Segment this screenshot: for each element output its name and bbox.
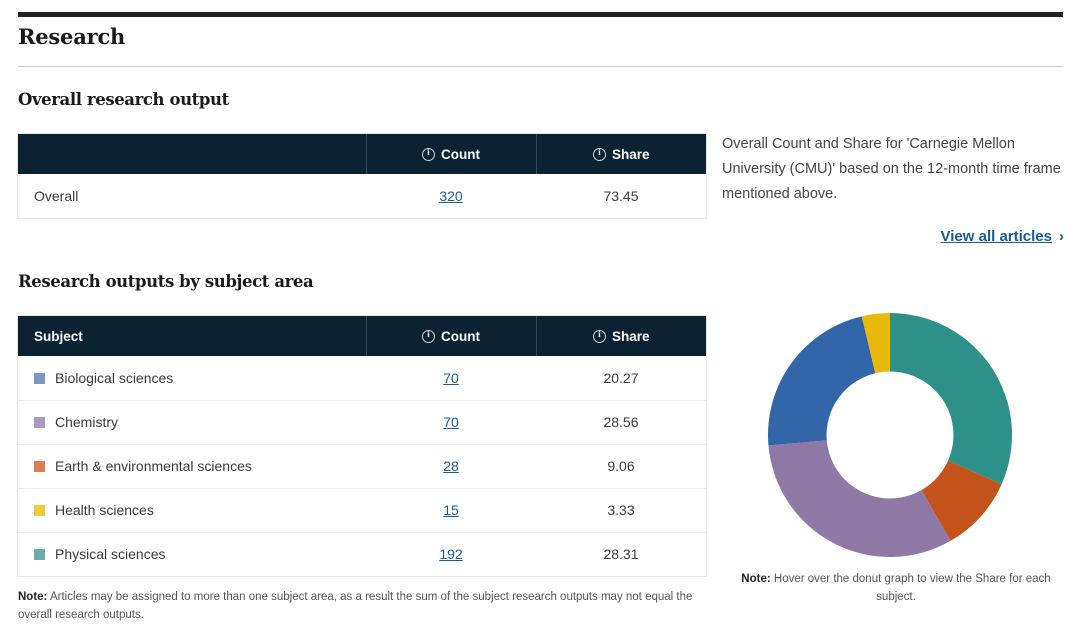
row-count-cell: 15 xyxy=(366,488,536,533)
overall-description: Overall Count and Share for 'Carnegie Me… xyxy=(722,136,1061,202)
count-link[interactable]: 70 xyxy=(443,414,459,430)
row-count-cell: 320 xyxy=(366,174,536,218)
row-share-cell: 28.31 xyxy=(536,532,706,576)
donut-svg[interactable]: Physical sciences: 28.31Earth & environm… xyxy=(760,305,1020,565)
count-link[interactable]: 320 xyxy=(439,188,462,204)
note-donut-chart: Note: Hover over the donut graph to view… xyxy=(722,570,1070,606)
column-header-count[interactable]: Count xyxy=(366,134,537,174)
note-text: Hover over the donut graph to view the S… xyxy=(770,573,1051,603)
section-heading-subject: Research outputs by subject area xyxy=(18,272,314,291)
subject-cell: Chemistry xyxy=(18,400,366,445)
title-divider xyxy=(18,66,1063,67)
table-header-row: Count Share xyxy=(18,134,706,174)
info-icon[interactable] xyxy=(422,147,435,161)
subject-label: Chemistry xyxy=(55,414,119,430)
column-header-share[interactable]: Share xyxy=(536,316,706,356)
column-header-blank xyxy=(18,134,367,174)
donut-slice[interactable]: Physical sciences: 28.31 xyxy=(890,313,1012,485)
legend-swatch xyxy=(34,417,45,428)
view-all-articles-label: View all articles xyxy=(940,228,1052,245)
column-label-share: Share xyxy=(611,147,650,162)
view-all-articles-link[interactable]: View all articles › xyxy=(941,228,1064,245)
count-link[interactable]: 15 xyxy=(443,502,459,518)
count-link[interactable]: 28 xyxy=(443,458,459,474)
table-row: Overall 320 73.45 xyxy=(18,174,706,218)
table-row: Earth & environmental sciences 28 9.06 xyxy=(18,444,706,489)
page-title: Research xyxy=(18,24,126,49)
overall-research-table: Count Share Overall 320 73.45 xyxy=(18,134,706,218)
legend-swatch xyxy=(34,372,45,384)
note-subject-table: Note: Articles may be assigned to more t… xyxy=(18,588,708,624)
subject-cell: Health sciences xyxy=(18,488,366,533)
subject-label: Physical sciences xyxy=(55,546,166,563)
row-label: Overall xyxy=(18,174,366,218)
count-link[interactable]: 192 xyxy=(439,546,462,562)
table-row: Health sciences 15 3.33 xyxy=(18,488,706,533)
subject-label: Biological sciences xyxy=(55,369,174,386)
info-icon[interactable] xyxy=(592,329,606,343)
note-prefix: Note: xyxy=(18,591,48,603)
chevron-right-icon: › xyxy=(1059,228,1064,245)
table-row: Chemistry 70 28.56 xyxy=(18,400,706,445)
count-link[interactable]: 70 xyxy=(443,370,459,386)
legend-swatch xyxy=(34,461,45,472)
row-share-cell: 28.56 xyxy=(536,400,706,445)
column-label-subject: Subject xyxy=(34,328,83,344)
note-prefix: Note: xyxy=(741,573,771,585)
table-row: Biological sciences 70 20.27 xyxy=(18,356,706,401)
table-header-row: Subject Count Share xyxy=(18,316,706,356)
column-label-share: Share xyxy=(611,329,650,344)
row-count-cell: 28 xyxy=(366,444,536,489)
subject-donut-chart[interactable]: Physical sciences: 28.31Earth & environm… xyxy=(760,305,1020,565)
subject-cell: Physical sciences xyxy=(18,532,366,576)
row-share-cell: 3.33 xyxy=(536,488,706,533)
row-count-cell: 70 xyxy=(366,400,536,445)
subject-cell: Biological sciences xyxy=(18,356,366,401)
row-count-cell: 192 xyxy=(366,532,536,576)
note-text: Articles may be assigned to more than on… xyxy=(18,591,693,621)
subject-label: Earth & environmental sciences xyxy=(55,458,252,474)
section-heading-overall: Overall research output xyxy=(18,90,229,109)
donut-slice[interactable]: Biological sciences: 20.27 xyxy=(768,316,876,446)
column-header-share[interactable]: Share xyxy=(536,134,706,174)
column-header-subject: Subject xyxy=(18,316,367,356)
research-page: Research Overall research output Count S… xyxy=(0,0,1080,634)
row-share-cell: 73.45 xyxy=(536,174,706,218)
column-label-count: Count xyxy=(441,329,480,344)
row-count-cell: 70 xyxy=(366,356,536,401)
top-divider xyxy=(18,12,1063,17)
legend-swatch xyxy=(34,549,45,561)
column-label-count: Count xyxy=(441,147,480,162)
donut-slice[interactable]: Chemistry: 28.56 xyxy=(768,440,951,557)
subject-label: Health sciences xyxy=(55,502,154,518)
info-icon[interactable] xyxy=(422,329,435,343)
row-share-cell: 9.06 xyxy=(536,444,706,489)
row-share-cell: 20.27 xyxy=(536,356,706,401)
subject-research-table: Subject Count Share Biological sciences 7… xyxy=(18,316,706,576)
table-row: Physical sciences 192 28.31 xyxy=(18,532,706,576)
legend-swatch xyxy=(34,505,45,516)
subject-cell: Earth & environmental sciences xyxy=(18,444,366,489)
column-header-count[interactable]: Count xyxy=(366,316,537,356)
info-icon[interactable] xyxy=(592,147,606,161)
